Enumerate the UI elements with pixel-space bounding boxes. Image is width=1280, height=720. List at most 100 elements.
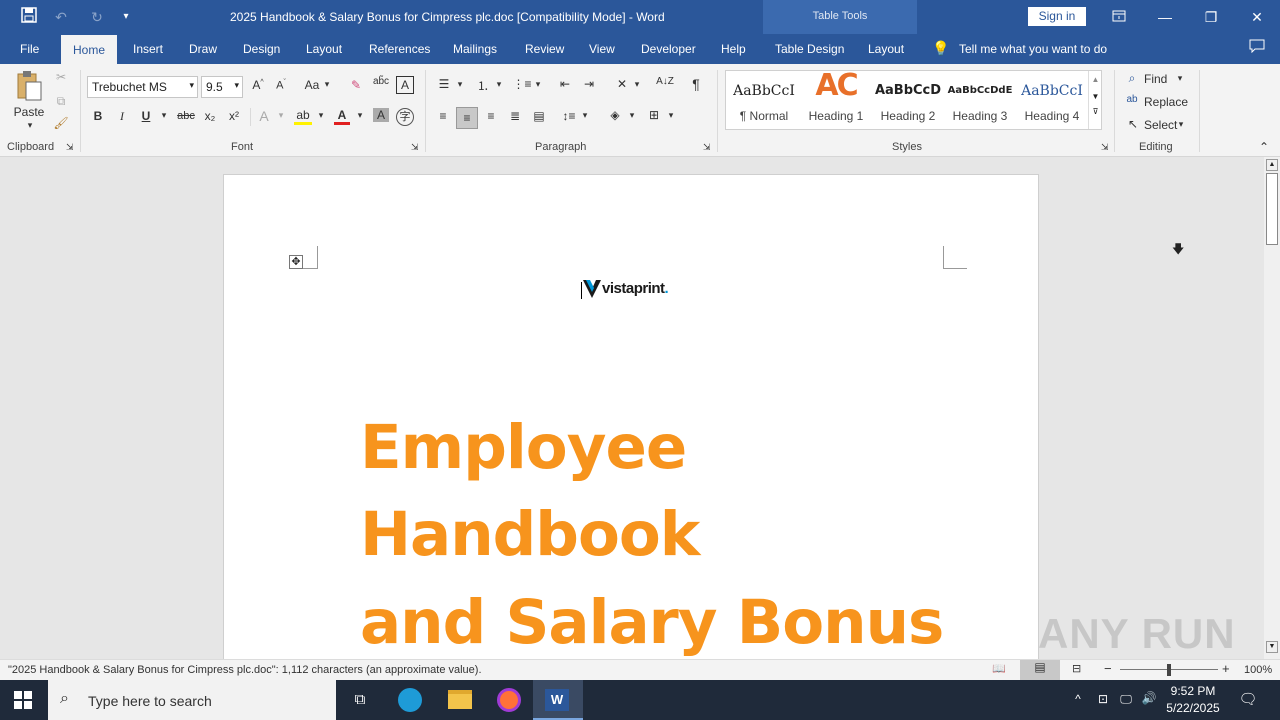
font-launcher-icon[interactable]: ⇲ <box>411 142 419 153</box>
find-button[interactable]: Find <box>1144 72 1168 86</box>
decrease-indent-icon[interactable]: ⇤ <box>556 77 574 91</box>
select-button[interactable]: Select <box>1144 118 1178 132</box>
style-heading-4[interactable]: AaBbCcI Heading 4 <box>1016 71 1088 129</box>
clock-date[interactable]: 5/22/2025 <box>1164 701 1222 715</box>
distributed-icon[interactable]: ▤ <box>530 109 548 123</box>
minimize-icon[interactable]: — <box>1154 7 1176 27</box>
strikethrough-button[interactable]: abc <box>176 110 196 122</box>
scroll-down-icon[interactable]: ▼ <box>1266 641 1278 653</box>
table-move-handle-icon[interactable]: ✥ <box>289 255 303 269</box>
italic-button[interactable]: I <box>116 109 128 124</box>
style-heading-3[interactable]: AaBbCcDdE Heading 3 <box>944 71 1016 129</box>
tab-home[interactable]: Home <box>61 35 118 64</box>
shrink-font-icon[interactable]: Aˇ <box>274 79 288 92</box>
windows-start-icon[interactable] <box>14 691 32 712</box>
copy-icon[interactable]: ⧉ <box>53 94 69 109</box>
volume-icon[interactable]: 🔊 <box>1140 691 1158 705</box>
font-color-icon[interactable]: A <box>334 108 350 125</box>
chevron-down-icon[interactable]: ▾ <box>455 79 465 90</box>
web-layout-icon[interactable]: ⊟ <box>1072 662 1088 675</box>
taskbar-search[interactable]: ⌕ Type here to search <box>48 680 336 720</box>
cut-icon[interactable]: ✂ <box>53 70 69 84</box>
borders-icon[interactable]: ⊞ <box>645 108 663 122</box>
read-mode-icon[interactable]: 📖 <box>992 662 1008 675</box>
chevron-down-icon[interactable]: ▾ <box>627 110 637 121</box>
replace-button[interactable]: Replace <box>1144 95 1188 109</box>
chevron-down-icon[interactable]: ▾ <box>355 110 365 121</box>
increase-indent-icon[interactable]: ⇥ <box>580 77 598 91</box>
tell-me-search[interactable]: Tell me what you want to do <box>959 42 1107 56</box>
paste-dropdown-icon[interactable]: ▾ <box>20 120 40 131</box>
multilevel-list-icon[interactable]: ⋮≡ <box>512 77 532 91</box>
shading-icon[interactable]: ◈ <box>606 108 624 122</box>
zoom-in-icon[interactable]: + <box>1222 661 1230 676</box>
tab-design[interactable]: Design <box>243 42 280 56</box>
print-layout-icon[interactable]: ▤ <box>1020 660 1060 680</box>
word-taskbar-button[interactable]: W <box>533 680 583 720</box>
edge-icon[interactable] <box>398 688 422 712</box>
justify-icon[interactable]: ≣ <box>506 109 524 123</box>
vertical-scrollbar[interactable]: ▲ ▼ <box>1264 157 1280 659</box>
chevron-down-icon[interactable]: ▾ <box>666 110 676 121</box>
tab-developer[interactable]: Developer <box>641 42 696 56</box>
tab-review[interactable]: Review <box>525 42 564 56</box>
style-heading-1[interactable]: AC Heading 1 <box>800 71 872 129</box>
text-effects-icon[interactable]: A <box>256 108 272 124</box>
scroll-thumb[interactable] <box>1266 173 1278 245</box>
tab-view[interactable]: View <box>589 42 615 56</box>
phonetic-guide-icon[interactable]: ab̃c <box>372 76 390 87</box>
tab-draw[interactable]: Draw <box>189 42 217 56</box>
chevron-down-icon[interactable]: ▾ <box>322 79 332 90</box>
line-spacing-icon[interactable]: ↕≡ <box>560 109 578 123</box>
format-painter-icon[interactable]: 🖌 <box>53 116 69 130</box>
customize-qat-icon[interactable]: ▾ <box>115 7 137 27</box>
file-explorer-icon[interactable] <box>448 690 472 709</box>
paste-button[interactable]: Paste <box>12 105 46 119</box>
restore-icon[interactable]: ❐ <box>1200 7 1222 27</box>
bullets-icon[interactable]: ☰ <box>434 77 454 91</box>
chevron-down-icon[interactable]: ▾ <box>276 110 286 121</box>
sort-icon[interactable]: A↓Z <box>656 76 674 87</box>
chevron-down-icon[interactable]: ▼ <box>1089 92 1102 101</box>
collapse-ribbon-icon[interactable]: ⌃ <box>1256 140 1272 154</box>
paragraph-launcher-icon[interactable]: ⇲ <box>703 142 711 153</box>
sign-in-button[interactable]: Sign in <box>1028 7 1086 26</box>
scroll-up-icon[interactable]: ▲ <box>1266 159 1278 171</box>
align-right-icon[interactable]: ≡ <box>482 109 500 123</box>
network-icon[interactable]: ⊡ <box>1094 692 1112 706</box>
clear-formatting-icon[interactable]: ✎ <box>348 78 364 92</box>
highlight-icon[interactable]: ab <box>294 108 312 125</box>
chevron-up-icon[interactable]: ▲ <box>1089 75 1102 84</box>
style-normal[interactable]: AaBbCcI ¶ Normal <box>728 71 800 129</box>
tab-mailings[interactable]: Mailings <box>453 42 497 56</box>
zoom-slider-thumb[interactable] <box>1167 664 1171 676</box>
clipboard-launcher-icon[interactable]: ⇲ <box>66 142 74 153</box>
monitor-icon[interactable]: 🖵 <box>1117 692 1135 707</box>
chevron-down-icon[interactable]: ▾ <box>1176 119 1186 130</box>
styles-launcher-icon[interactable]: ⇲ <box>1101 142 1109 153</box>
tab-help[interactable]: Help <box>721 42 746 56</box>
ribbon-display-options-icon[interactable] <box>1108 7 1130 27</box>
show-marks-icon[interactable]: ¶ <box>688 76 704 92</box>
chevron-down-icon[interactable]: ▾ <box>316 110 326 121</box>
superscript-button[interactable]: x² <box>226 109 242 123</box>
notifications-icon[interactable]: 🗨 <box>1238 690 1258 708</box>
enclose-characters-icon[interactable]: 字 <box>396 108 414 126</box>
tab-references[interactable]: References <box>369 42 430 56</box>
clock-time[interactable]: 9:52 PM <box>1164 684 1222 698</box>
tab-layout[interactable]: Layout <box>306 42 342 56</box>
asian-layout-icon[interactable]: ✕ <box>612 77 632 91</box>
chevron-down-icon[interactable]: ▾ <box>494 79 504 90</box>
bold-button[interactable]: B <box>92 109 104 123</box>
tab-table-design[interactable]: Table Design <box>775 42 844 56</box>
character-border-icon[interactable]: A <box>396 76 414 94</box>
paste-icon[interactable] <box>14 70 44 102</box>
tab-file[interactable]: File <box>20 42 39 56</box>
tray-chevron-up-icon[interactable]: ^ <box>1070 692 1086 706</box>
underline-button[interactable]: U <box>140 109 152 123</box>
chevron-down-icon[interactable]: ▾ <box>1175 73 1185 84</box>
task-view-icon[interactable]: ⧉ <box>350 691 370 708</box>
styles-scroll[interactable]: ▲ ▼ ⊽ <box>1088 71 1102 129</box>
zoom-out-icon[interactable]: − <box>1104 661 1112 676</box>
firefox-icon[interactable] <box>497 688 521 712</box>
